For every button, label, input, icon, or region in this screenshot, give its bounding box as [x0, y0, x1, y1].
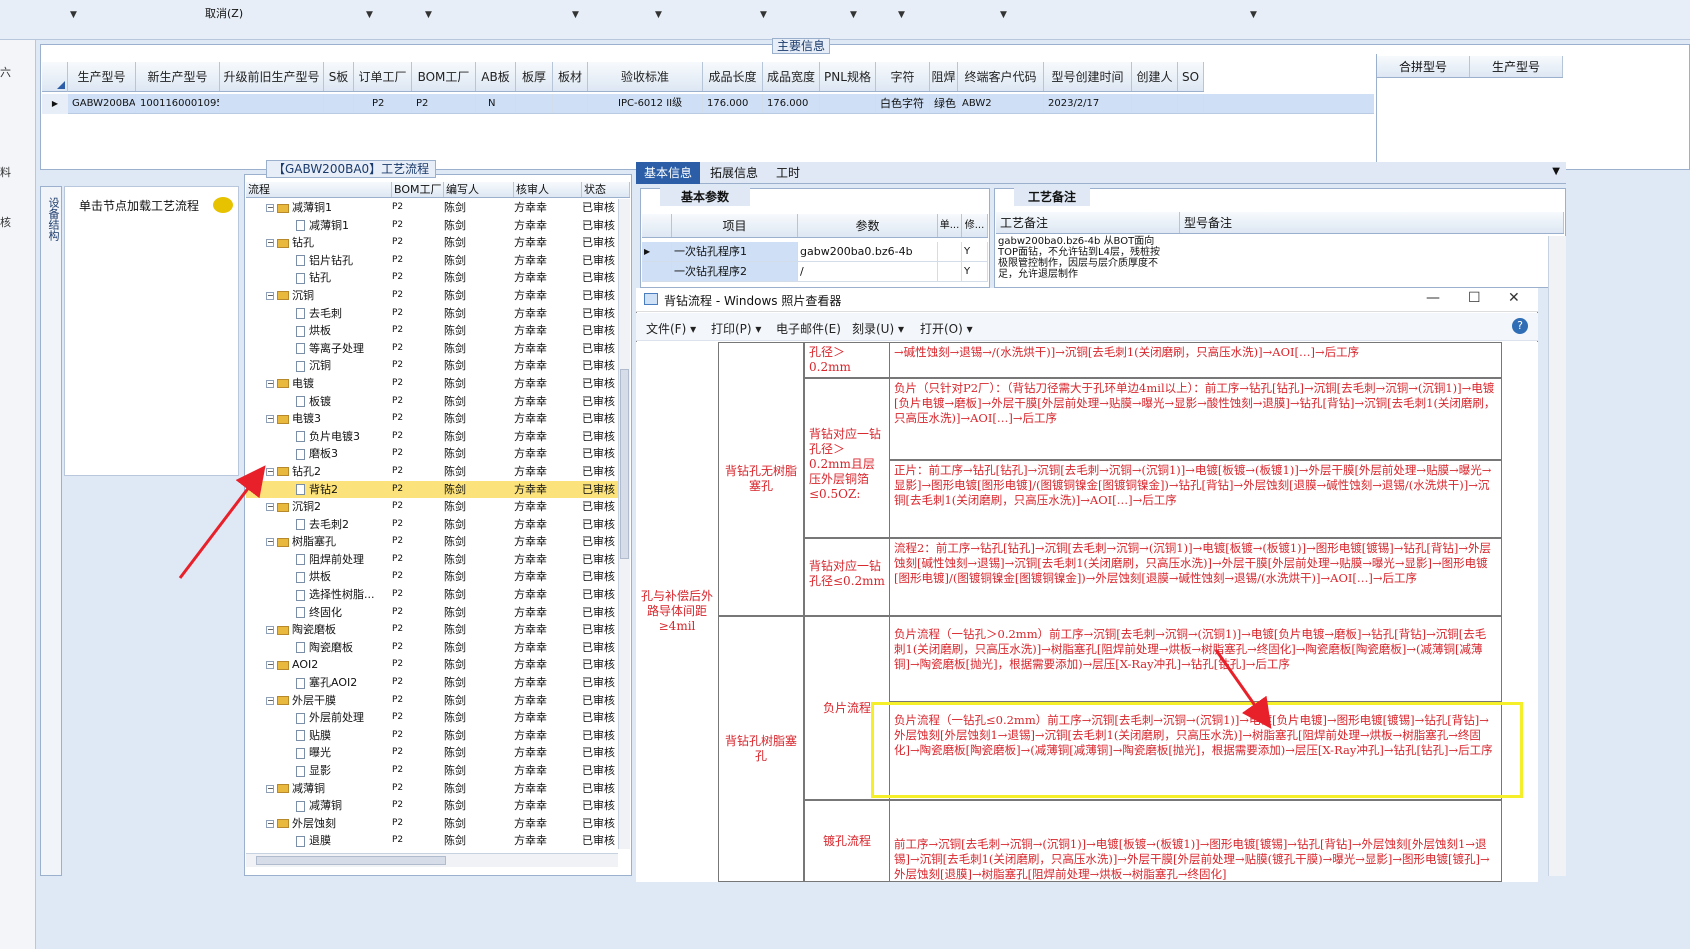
annotation-arrows [178, 465, 1272, 729]
red-arrow-icon [1214, 649, 1272, 729]
red-arrow-icon [178, 465, 266, 579]
